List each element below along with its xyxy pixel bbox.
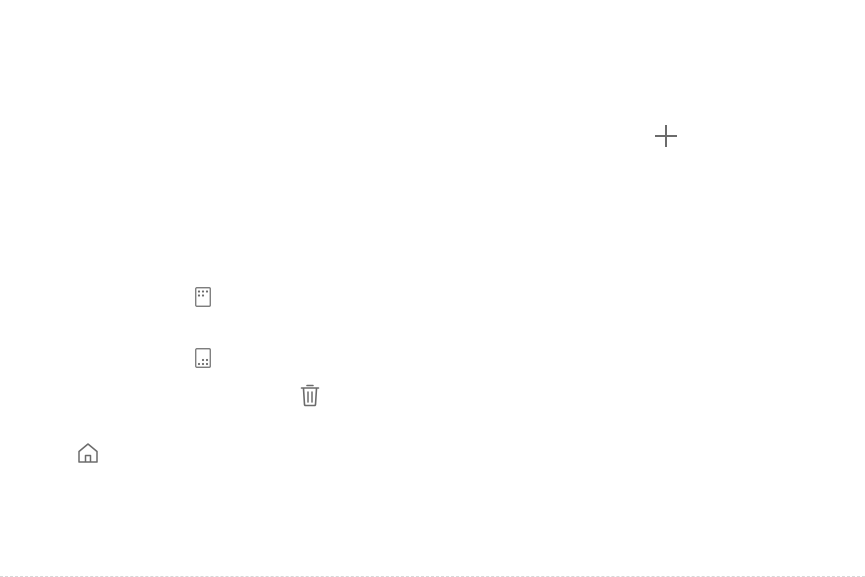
home-icon[interactable] bbox=[77, 442, 99, 464]
grid-apps-bottom-icon[interactable] bbox=[195, 348, 211, 368]
trash-icon[interactable] bbox=[300, 383, 320, 407]
grid-apps-top-icon[interactable] bbox=[195, 287, 211, 307]
plus-icon[interactable] bbox=[654, 124, 678, 148]
